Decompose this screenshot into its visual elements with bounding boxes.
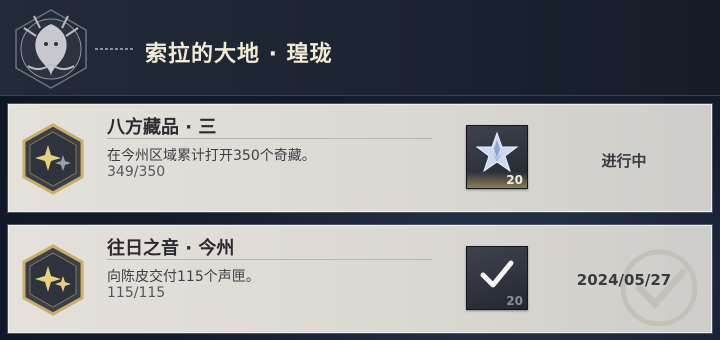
achievement-description: 在今州区域累计打开350个奇藏。 (107, 148, 316, 164)
reward-item[interactable]: 20 (466, 125, 528, 189)
achievement-title: 往日之音 · 今州 (107, 238, 235, 259)
category-title: 索拉的大地 · 瑝珑 (145, 42, 333, 67)
achievement-badge-icon (22, 123, 84, 195)
divider (107, 259, 432, 260)
checkmark-icon (480, 260, 514, 288)
reward-quantity: 20 (506, 294, 523, 308)
dragon-emblem-icon (15, 9, 87, 89)
category-header: 索拉的大地 · 瑝珑 (0, 0, 720, 96)
achievement-progress: 349/350 (107, 164, 166, 180)
crystal-star-icon (475, 131, 519, 173)
achievement-badge-icon (22, 244, 84, 316)
achievement-completion-date: 2024/05/27 (576, 271, 672, 289)
achievement-card[interactable]: 八方藏品 · 三 在今州区域累计打开350个奇藏。 349/350 20 进行中 (8, 104, 712, 212)
reward-quantity: 20 (506, 173, 523, 187)
divider (107, 138, 432, 139)
achievement-card[interactable]: 往日之音 · 今州 向陈皮交付115个声匣。 115/115 20 2024/0… (8, 225, 712, 333)
achievement-status: 进行中 (601, 152, 647, 170)
achievement-progress: 115/115 (107, 285, 166, 301)
header-decor-line (95, 48, 135, 50)
achievement-description: 向陈皮交付115个声匣。 (107, 269, 260, 285)
reward-item-claimed[interactable]: 20 (466, 246, 528, 310)
achievement-title: 八方藏品 · 三 (107, 117, 217, 138)
